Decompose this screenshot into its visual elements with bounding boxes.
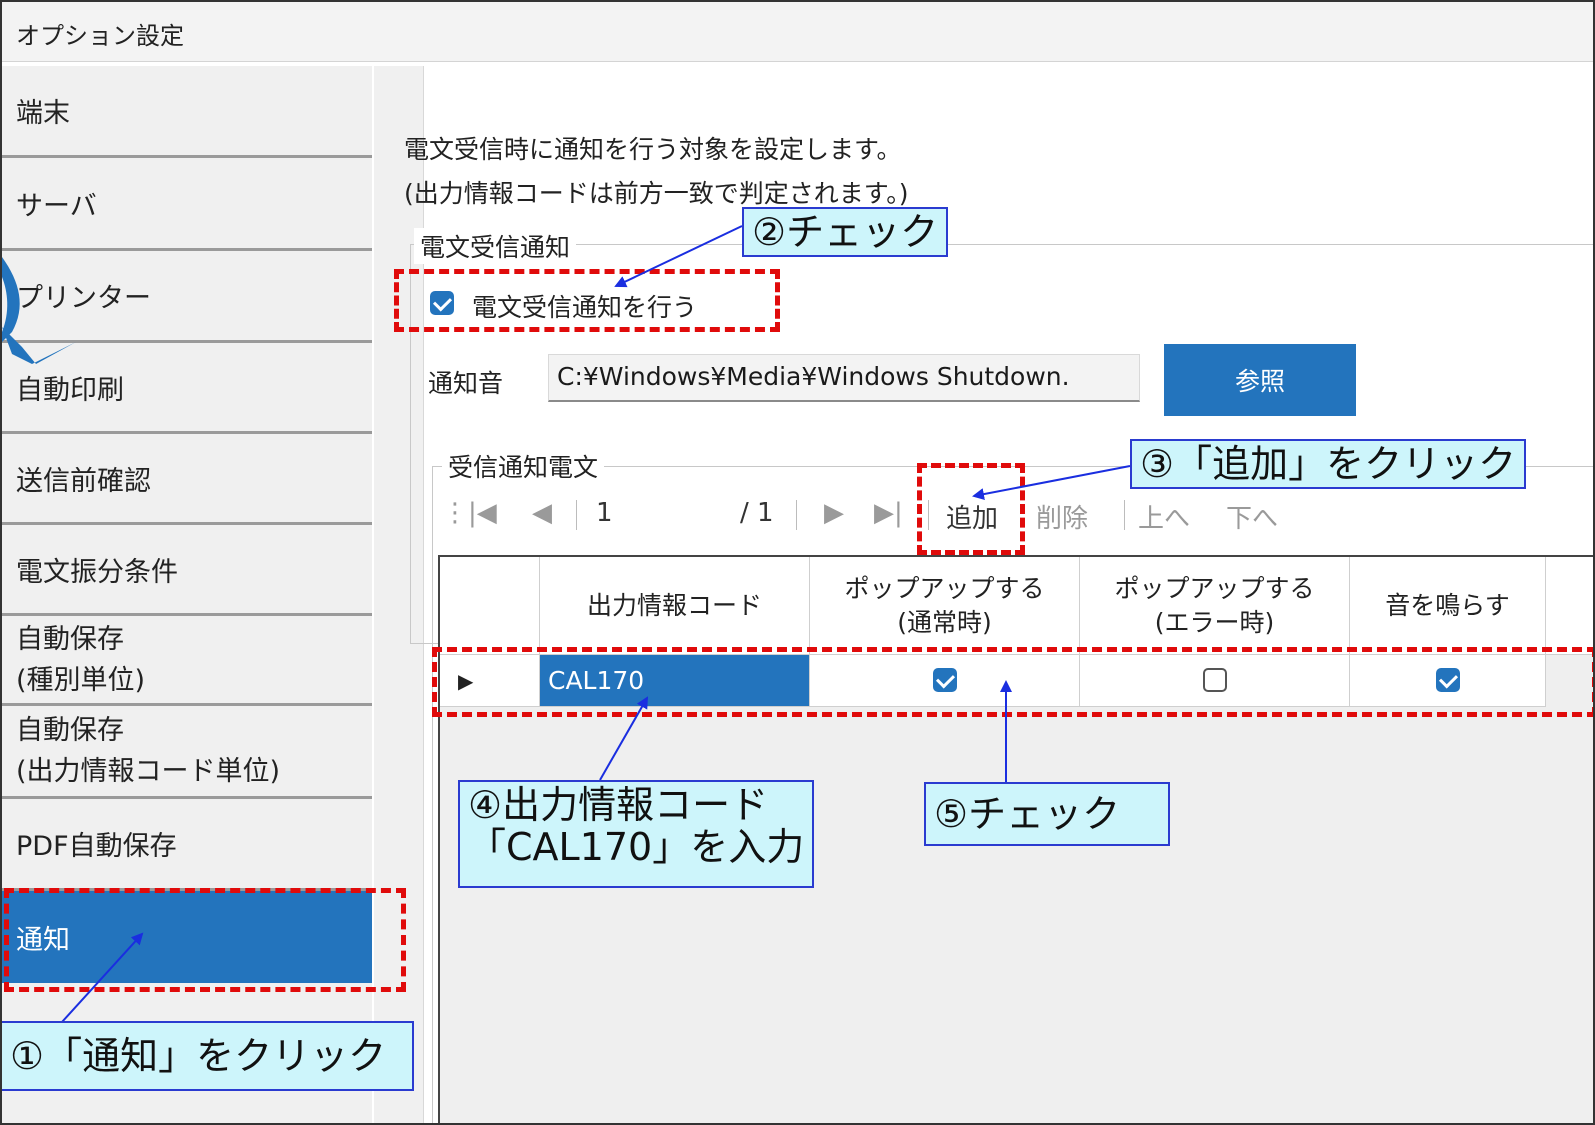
sidebar-item-pdf-auto-save[interactable]: PDF自動保存	[2, 799, 372, 891]
sidebar-item-pre-send-confirm[interactable]: 送信前確認	[2, 434, 372, 525]
option-settings-window: オプション設定 端末 サーバ プリンター 自動印刷 送信前確認 電文振分条件 自…	[0, 0, 1595, 1125]
description-line1: 電文受信時に通知を行う対象を設定します。	[404, 135, 902, 164]
sidebar-item-terminal[interactable]: 端末	[2, 66, 372, 158]
description-line2: (出力情報コードは前方一致で判定されます。)	[404, 179, 909, 208]
sidebar-item-message-routing[interactable]: 電文振分条件	[2, 525, 372, 616]
sound-label: 通知音	[428, 369, 504, 398]
message-group-title: 受信通知電文	[442, 448, 605, 484]
grid-header-popup-normal[interactable]: ポップアップする (通常時)	[810, 557, 1080, 655]
grid-header-corner	[440, 557, 540, 655]
sidebar-item-sublabel: (種別単位)	[16, 664, 146, 696]
toolbar-grip-icon: ⋮	[442, 498, 468, 528]
next-page-icon[interactable]: ▶	[824, 498, 844, 528]
sidebar-item-auto-save-type[interactable]: 自動保存 (種別単位)	[2, 616, 372, 706]
sidebar-item-auto-print[interactable]: 自動印刷	[2, 343, 372, 434]
move-up-button[interactable]: 上へ	[1138, 498, 1190, 535]
highlight-notify-sidebar	[4, 888, 406, 992]
sound-path-field[interactable]: C:¥Windows¥Media¥Windows Shutdown.	[548, 354, 1140, 402]
first-page-icon[interactable]: |◀	[468, 498, 497, 528]
callout-step2: ②チェック	[742, 207, 949, 257]
sidebar-item-label: PDF自動保存	[16, 831, 177, 862]
grid-header-sound[interactable]: 音を鳴らす	[1350, 557, 1546, 655]
callout-step5: ⑤チェック	[924, 782, 1170, 846]
sidebar-item-label: サーバ	[16, 190, 97, 222]
toolbar-separator	[1124, 500, 1125, 530]
highlight-grid-row	[432, 647, 1593, 717]
sidebar-item-label: 端末	[16, 98, 70, 129]
notify-group-title: 電文受信通知	[414, 228, 577, 264]
sidebar-item-sublabel: (出力情報コード単位)	[16, 756, 281, 787]
window-titlebar: オプション設定	[2, 2, 1593, 62]
delete-button[interactable]: 削除	[1036, 498, 1088, 535]
total-pages-label: / 1	[740, 498, 774, 528]
window-title: オプション設定	[16, 22, 184, 50]
prev-page-icon[interactable]: ◀	[532, 498, 552, 528]
highlight-add-button	[917, 463, 1025, 555]
last-page-icon[interactable]: ▶|	[874, 498, 903, 528]
grid-header-filler	[1546, 557, 1593, 655]
grid-header-code[interactable]: 出力情報コード	[540, 557, 810, 655]
sidebar-item-label: 自動保存	[16, 623, 124, 655]
sidebar-item-label: 送信前確認	[16, 465, 151, 497]
toolbar-separator	[796, 500, 797, 530]
sidebar-item-label: プリンター	[16, 283, 151, 314]
sidebar-item-label: 電文振分条件	[16, 556, 178, 588]
move-down-button[interactable]: 下へ	[1226, 498, 1278, 535]
sidebar-item-printer[interactable]: プリンター	[2, 251, 372, 343]
sidebar-item-auto-save-code[interactable]: 自動保存 (出力情報コード単位)	[2, 706, 372, 799]
highlight-enable-checkbox	[394, 269, 780, 332]
sidebar-item-label: 自動印刷	[16, 374, 124, 406]
callout-step4: ④出力情報コード 「CAL170」を入力	[458, 780, 815, 888]
callout-step3: ③「追加」をクリック	[1130, 439, 1527, 489]
callout-step4-line2: 「CAL170」を入力	[468, 825, 805, 869]
grid-header-popup-error[interactable]: ポップアップする (エラー時)	[1080, 557, 1350, 655]
current-page-field[interactable]: 1	[596, 498, 613, 528]
sidebar-item-label: 自動保存	[16, 715, 124, 746]
callout-step4-line1: ④出力情報コード	[468, 783, 769, 827]
browse-button[interactable]: 参照	[1164, 344, 1356, 416]
callout-step1: ①「通知」をクリック	[2, 1021, 414, 1091]
sidebar-item-server[interactable]: サーバ	[2, 158, 372, 251]
toolbar-separator	[576, 500, 577, 530]
